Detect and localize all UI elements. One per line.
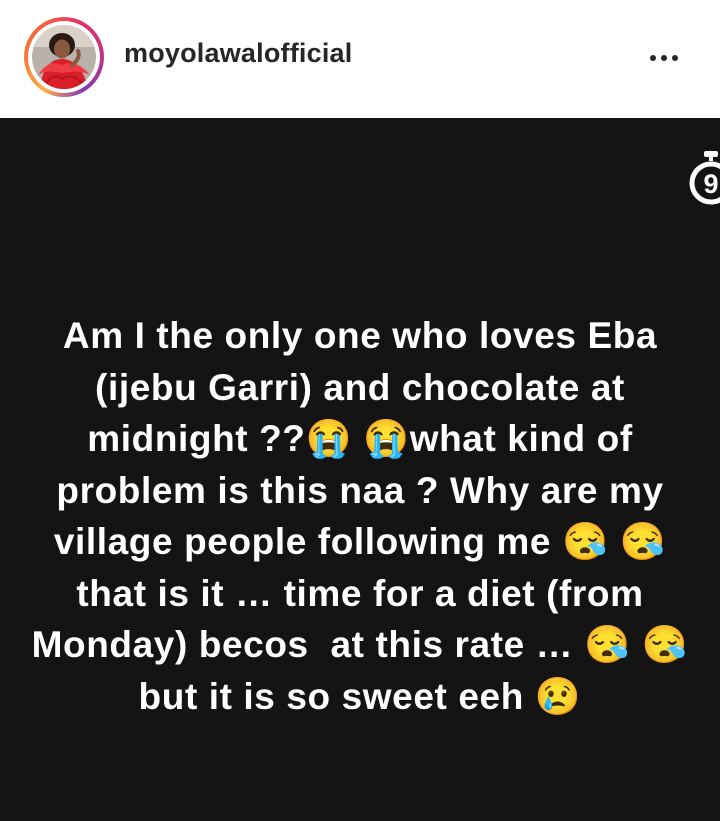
- caption-line: Monday) becos at this rate … 😪 😪: [31, 624, 689, 665]
- story-header: moyolawalofficial: [0, 0, 720, 118]
- caption-line: (ijebu Garri) and chocolate at: [95, 366, 625, 408]
- more-options-icon[interactable]: [642, 44, 686, 72]
- caption-line: midnight ??😭 😭what kind of: [87, 418, 633, 459]
- caption-line: that is it … time for a diet (from: [76, 572, 644, 614]
- story-ring[interactable]: [24, 17, 104, 97]
- story-caption: Am I the only one who loves Eba (ijebu G…: [0, 310, 720, 722]
- timer-icon: 9: [689, 151, 720, 205]
- dot: [672, 55, 678, 61]
- dot: [650, 55, 656, 61]
- caption-line: problem is this naa ? Why are my: [56, 469, 664, 511]
- username[interactable]: moyolawalofficial: [124, 38, 352, 69]
- story-panel[interactable]: 9 Am I the only one who loves Eba (ijebu…: [0, 118, 720, 821]
- caption-line: village people following me 😪 😪: [53, 521, 667, 562]
- caption-line: but it is so sweet eeh 😢: [138, 675, 582, 717]
- avatar-photo: [32, 25, 96, 89]
- avatar[interactable]: [32, 25, 96, 89]
- dot: [661, 55, 667, 61]
- caption-line: Am I the only one who loves Eba: [62, 315, 658, 356]
- timer-digit: 9: [703, 169, 718, 199]
